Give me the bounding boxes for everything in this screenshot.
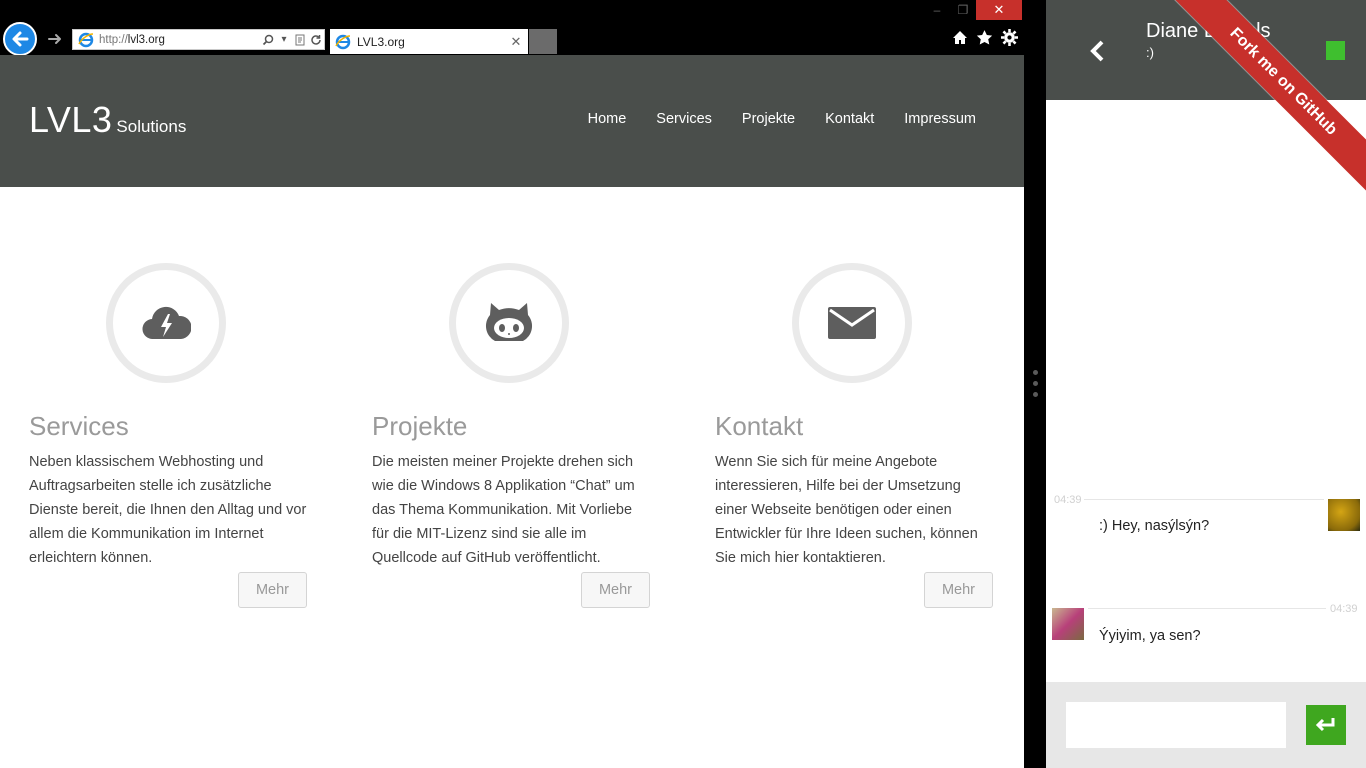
browser-window: – ❐ ✕ http://lvl3.org ▾ LVL3.org ✕ LVL3 S… (0, 0, 1024, 768)
close-tab-icon[interactable]: ✕ (508, 34, 524, 50)
nav-projekte[interactable]: Projekte (742, 111, 795, 127)
send-button[interactable] (1306, 705, 1346, 745)
github-octocat-icon (485, 303, 533, 341)
message-input[interactable] (1066, 702, 1286, 748)
close-window-button[interactable]: ✕ (976, 0, 1022, 20)
github-ribbon[interactable]: Fork me on GitHub (1166, 0, 1366, 200)
mehr-button[interactable]: Mehr (581, 572, 650, 608)
refresh-icon[interactable] (308, 32, 324, 48)
nav-impressum[interactable]: Impressum (904, 111, 976, 127)
forward-button[interactable] (44, 28, 66, 50)
new-tab-button[interactable] (529, 29, 557, 54)
splitter-grip (1033, 370, 1038, 375)
splitter-grip (1033, 381, 1038, 386)
compatibility-view-icon[interactable] (292, 32, 308, 48)
envelope-icon (828, 307, 876, 339)
cloud-bolt-icon (142, 306, 191, 340)
address-url[interactable]: http://lvl3.org (99, 34, 260, 46)
site-logo[interactable]: LVL3 Solutions (29, 99, 186, 141)
avatar (1328, 499, 1360, 531)
tab-lvl3[interactable]: LVL3.org ✕ (330, 29, 528, 54)
minimize-button[interactable]: – (924, 0, 950, 20)
ie-logo-icon (335, 34, 351, 49)
message-time: 04:39 (1054, 494, 1082, 506)
back-button[interactable] (3, 22, 37, 56)
nav-services[interactable]: Services (656, 111, 712, 127)
nav-home[interactable]: Home (588, 111, 627, 127)
feature-title: Kontakt (715, 411, 804, 441)
ie-logo-icon (78, 32, 94, 47)
site-nav: Home Services Projekte Kontakt Impressum (588, 111, 976, 127)
feature-title: Projekte (372, 411, 468, 441)
address-bar[interactable]: http://lvl3.org ▾ (72, 29, 325, 50)
feature-icon-circle (449, 263, 569, 383)
search-icon[interactable] (260, 32, 276, 48)
fork-me-ribbon[interactable]: Fork me on GitHub (1169, 0, 1366, 196)
feature-icon-circle (792, 263, 912, 383)
browser-toolbar (951, 29, 1018, 46)
arrow-right-icon (48, 34, 61, 44)
arrow-left-icon (12, 31, 29, 47)
chat-compose-bar (1046, 682, 1366, 768)
message-text: :) Hey, nasýlsýn? (1099, 518, 1210, 534)
star-icon[interactable] (976, 29, 993, 46)
message-text: Ýyiyim, ya sen? (1099, 628, 1201, 644)
gear-icon[interactable] (1001, 29, 1018, 46)
enter-icon (1315, 718, 1335, 732)
restore-button[interactable]: ❐ (950, 0, 976, 20)
mehr-button[interactable]: Mehr (238, 572, 307, 608)
mehr-button[interactable]: Mehr (924, 572, 993, 608)
chevron-left-icon (1090, 40, 1104, 62)
tab-title: LVL3.org (357, 34, 405, 49)
message-divider (1088, 608, 1326, 609)
feature-icon-circle (106, 263, 226, 383)
chevron-down-icon[interactable]: ▾ (276, 32, 292, 48)
web-page: LVL3 Solutions Home Services Projekte Kon… (0, 55, 1024, 768)
window-controls: – ❐ ✕ (924, 0, 1022, 20)
message-time: 04:39 (1330, 603, 1358, 615)
nav-kontakt[interactable]: Kontakt (825, 111, 874, 127)
site-header: LVL3 Solutions Home Services Projekte Kon… (0, 55, 1024, 187)
feature-title: Services (29, 411, 129, 441)
feature-text: Wenn Sie sich für meine Angebote interes… (715, 454, 978, 566)
chat-app: Diane Daniels :) Fork me on GitHub 04:39… (1046, 0, 1366, 768)
feature-text: Neben klassischem Webhosting und Auftrag… (29, 454, 307, 566)
snap-splitter[interactable] (1024, 0, 1046, 768)
splitter-grip (1033, 392, 1038, 397)
message-divider (1084, 499, 1324, 500)
home-icon[interactable] (951, 29, 968, 46)
contact-status: :) (1146, 45, 1154, 60)
chat-back-button[interactable] (1086, 40, 1108, 62)
avatar (1052, 608, 1084, 640)
feature-text: Die meisten meiner Projekte drehen sich … (372, 454, 635, 566)
